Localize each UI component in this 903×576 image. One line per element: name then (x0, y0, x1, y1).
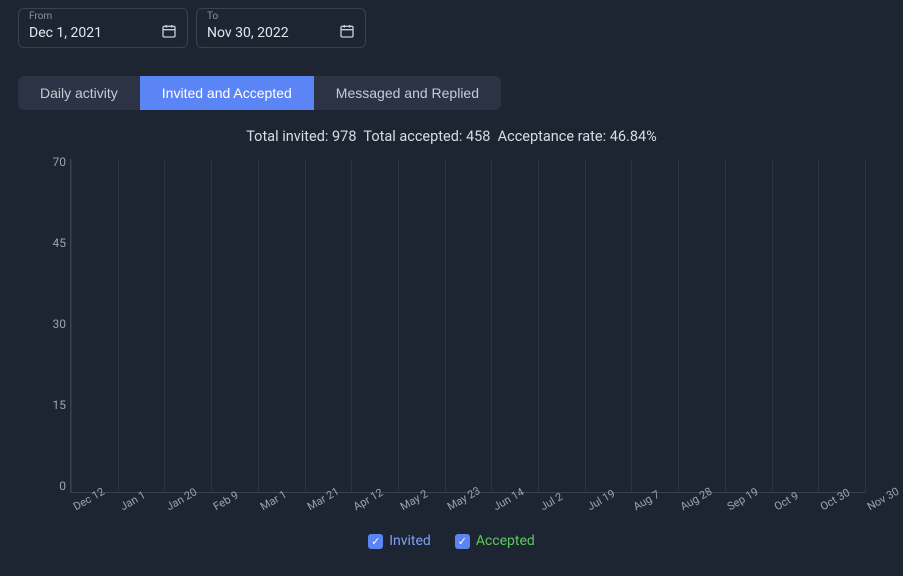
grid-line (164, 159, 165, 493)
total-invited-label: Total invited: (246, 128, 328, 145)
date-from-field[interactable]: From Dec 1, 2021 (18, 8, 188, 48)
chart-summary: Total invited: 978 Total accepted: 458 A… (18, 128, 885, 145)
y-axis: 70 45 30 15 0 (38, 155, 66, 493)
legend-accepted-label: Accepted (476, 533, 535, 549)
date-from-label: From (29, 11, 52, 22)
legend-accepted[interactable]: ✓ Accepted (455, 533, 535, 549)
date-from-value: Dec 1, 2021 (29, 25, 102, 41)
grid-line (725, 159, 726, 493)
y-tick: 30 (53, 317, 67, 331)
calendar-icon (339, 23, 355, 39)
tab-messaged-replied[interactable]: Messaged and Replied (314, 76, 501, 110)
calendar-icon (161, 23, 177, 39)
grid-line (211, 159, 212, 493)
y-tick: 15 (53, 398, 67, 412)
acceptance-rate-value: 46.84% (610, 128, 657, 145)
y-tick: 45 (53, 236, 67, 250)
grid-line (678, 159, 679, 493)
grid-line (631, 159, 632, 493)
grid-line (772, 159, 773, 493)
chart-plot: Dec 12Jan 1Jan 20Feb 9Mar 1Mar 21Apr 12M… (70, 159, 865, 493)
total-accepted-label: Total accepted: (363, 128, 462, 145)
bars-container (71, 159, 865, 493)
chart-legend: ✓ Invited ✓ Accepted (18, 533, 885, 549)
tabs: Daily activity Invited and Accepted Mess… (18, 76, 501, 110)
checkbox-icon: ✓ (455, 534, 470, 549)
tab-daily-activity[interactable]: Daily activity (18, 76, 140, 110)
date-to-value: Nov 30, 2022 (207, 25, 289, 41)
grid-line (445, 159, 446, 493)
x-tick: Nov 30 (865, 485, 901, 513)
y-tick: 70 (53, 155, 67, 169)
date-to-field[interactable]: To Nov 30, 2022 (196, 8, 366, 48)
grid-line (818, 159, 819, 493)
legend-invited[interactable]: ✓ Invited (368, 533, 431, 549)
legend-invited-label: Invited (389, 533, 431, 549)
grid-line (538, 159, 539, 493)
grid-line (491, 159, 492, 493)
grid-line (865, 159, 866, 493)
y-tick: 0 (59, 479, 66, 493)
checkbox-icon: ✓ (368, 534, 383, 549)
grid-line (118, 159, 119, 493)
tab-invited-accepted[interactable]: Invited and Accepted (140, 76, 314, 110)
grid-line (351, 159, 352, 493)
date-to-label: To (207, 11, 218, 22)
grid-line (398, 159, 399, 493)
grid-line (585, 159, 586, 493)
total-invited-value: 978 (332, 128, 356, 145)
grid-line (258, 159, 259, 493)
acceptance-rate-label: Acceptance rate: (498, 128, 606, 145)
x-tick: Jul 2 (538, 490, 565, 513)
total-accepted-value: 458 (466, 128, 490, 145)
chart-area: 70 45 30 15 0 Dec 12Jan 1Jan 20Feb 9Mar 1Mar… (48, 155, 873, 515)
grid-line (305, 159, 306, 493)
grid-line (71, 159, 72, 493)
